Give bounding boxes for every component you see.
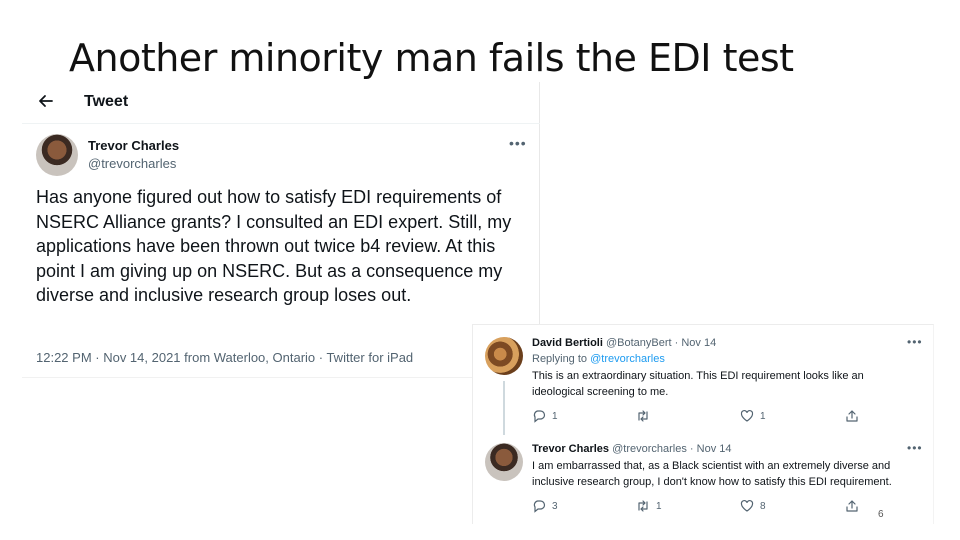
like-count: 1 — [760, 410, 766, 422]
retweet-button[interactable] — [636, 409, 656, 423]
main-tweet-card: Tweet Trevor Charles @trevorcharles ••• … — [22, 82, 540, 378]
reply-item[interactable]: Trevor Charles @trevorcharles · Nov 14 •… — [473, 435, 935, 525]
reply-text: This is an extraordinary situation. This… — [532, 370, 864, 398]
reply-item[interactable]: David Bertioli @BotanyBert · Nov 14 ••• … — [473, 325, 935, 435]
reply-icon — [533, 410, 546, 423]
slide-title: Another minority man fails the EDI test — [69, 36, 794, 80]
reply-author-name[interactable]: David Bertioli — [532, 337, 603, 349]
header-title: Tweet — [84, 93, 129, 110]
avatar[interactable] — [485, 443, 523, 481]
more-icon[interactable]: ••• — [509, 135, 527, 151]
reply-actions: 1 1 — [532, 409, 862, 425]
share-button[interactable] — [845, 409, 859, 423]
reply-author-handle[interactable]: @trevorcharles · Nov 14 — [612, 443, 731, 455]
tweet-text: Has anyone figured out how to satisfy ED… — [36, 187, 512, 305]
tweet-timestamp[interactable]: 12:22 PM · Nov 14, 2021 from Waterloo, O… — [36, 350, 413, 365]
reply-button[interactable]: 1 — [532, 409, 558, 423]
thread-line — [503, 381, 505, 435]
share-button[interactable] — [845, 499, 859, 513]
share-icon — [846, 500, 858, 512]
retweet-icon — [638, 410, 648, 422]
replying-label: Replying to — [532, 353, 588, 365]
author-name[interactable]: Trevor Charles — [88, 138, 179, 153]
share-icon — [846, 410, 858, 422]
like-button[interactable]: 8 — [740, 499, 766, 513]
avatar[interactable] — [485, 337, 523, 375]
heart-icon — [740, 409, 754, 422]
like-count: 8 — [760, 500, 766, 512]
reply-count: 1 — [552, 410, 558, 422]
reply-text: I am embarrassed that, as a Black scient… — [532, 460, 892, 488]
author-handle[interactable]: @trevorcharles — [88, 156, 176, 171]
replying-mention-link[interactable]: @trevorcharles — [590, 353, 665, 365]
reply-author-line: David Bertioli @BotanyBert · Nov 14 — [532, 337, 716, 349]
like-button[interactable]: 1 — [740, 409, 766, 423]
retweet-count: 1 — [656, 500, 662, 512]
retweet-button[interactable]: 1 — [636, 499, 662, 513]
heart-icon — [740, 499, 754, 512]
reply-author-handle[interactable]: @BotanyBert · Nov 14 — [606, 337, 716, 349]
retweet-icon — [638, 500, 648, 512]
reply-author-name[interactable]: Trevor Charles — [532, 443, 609, 455]
more-icon[interactable]: ••• — [907, 335, 923, 349]
tweet-header: Tweet — [22, 82, 540, 124]
page-number: 6 — [878, 509, 884, 520]
reply-actions: 3 1 8 — [532, 499, 862, 515]
arrow-left-icon[interactable] — [36, 91, 56, 111]
avatar[interactable] — [36, 134, 78, 176]
reply-count: 3 — [552, 500, 558, 512]
replies-card: David Bertioli @BotanyBert · Nov 14 ••• … — [472, 324, 934, 524]
more-icon[interactable]: ••• — [907, 441, 923, 455]
reply-button[interactable]: 3 — [532, 499, 558, 513]
replying-to: Replying to @trevorcharles — [532, 353, 665, 365]
reply-author-line: Trevor Charles @trevorcharles · Nov 14 — [532, 443, 731, 455]
reply-icon — [533, 500, 546, 513]
